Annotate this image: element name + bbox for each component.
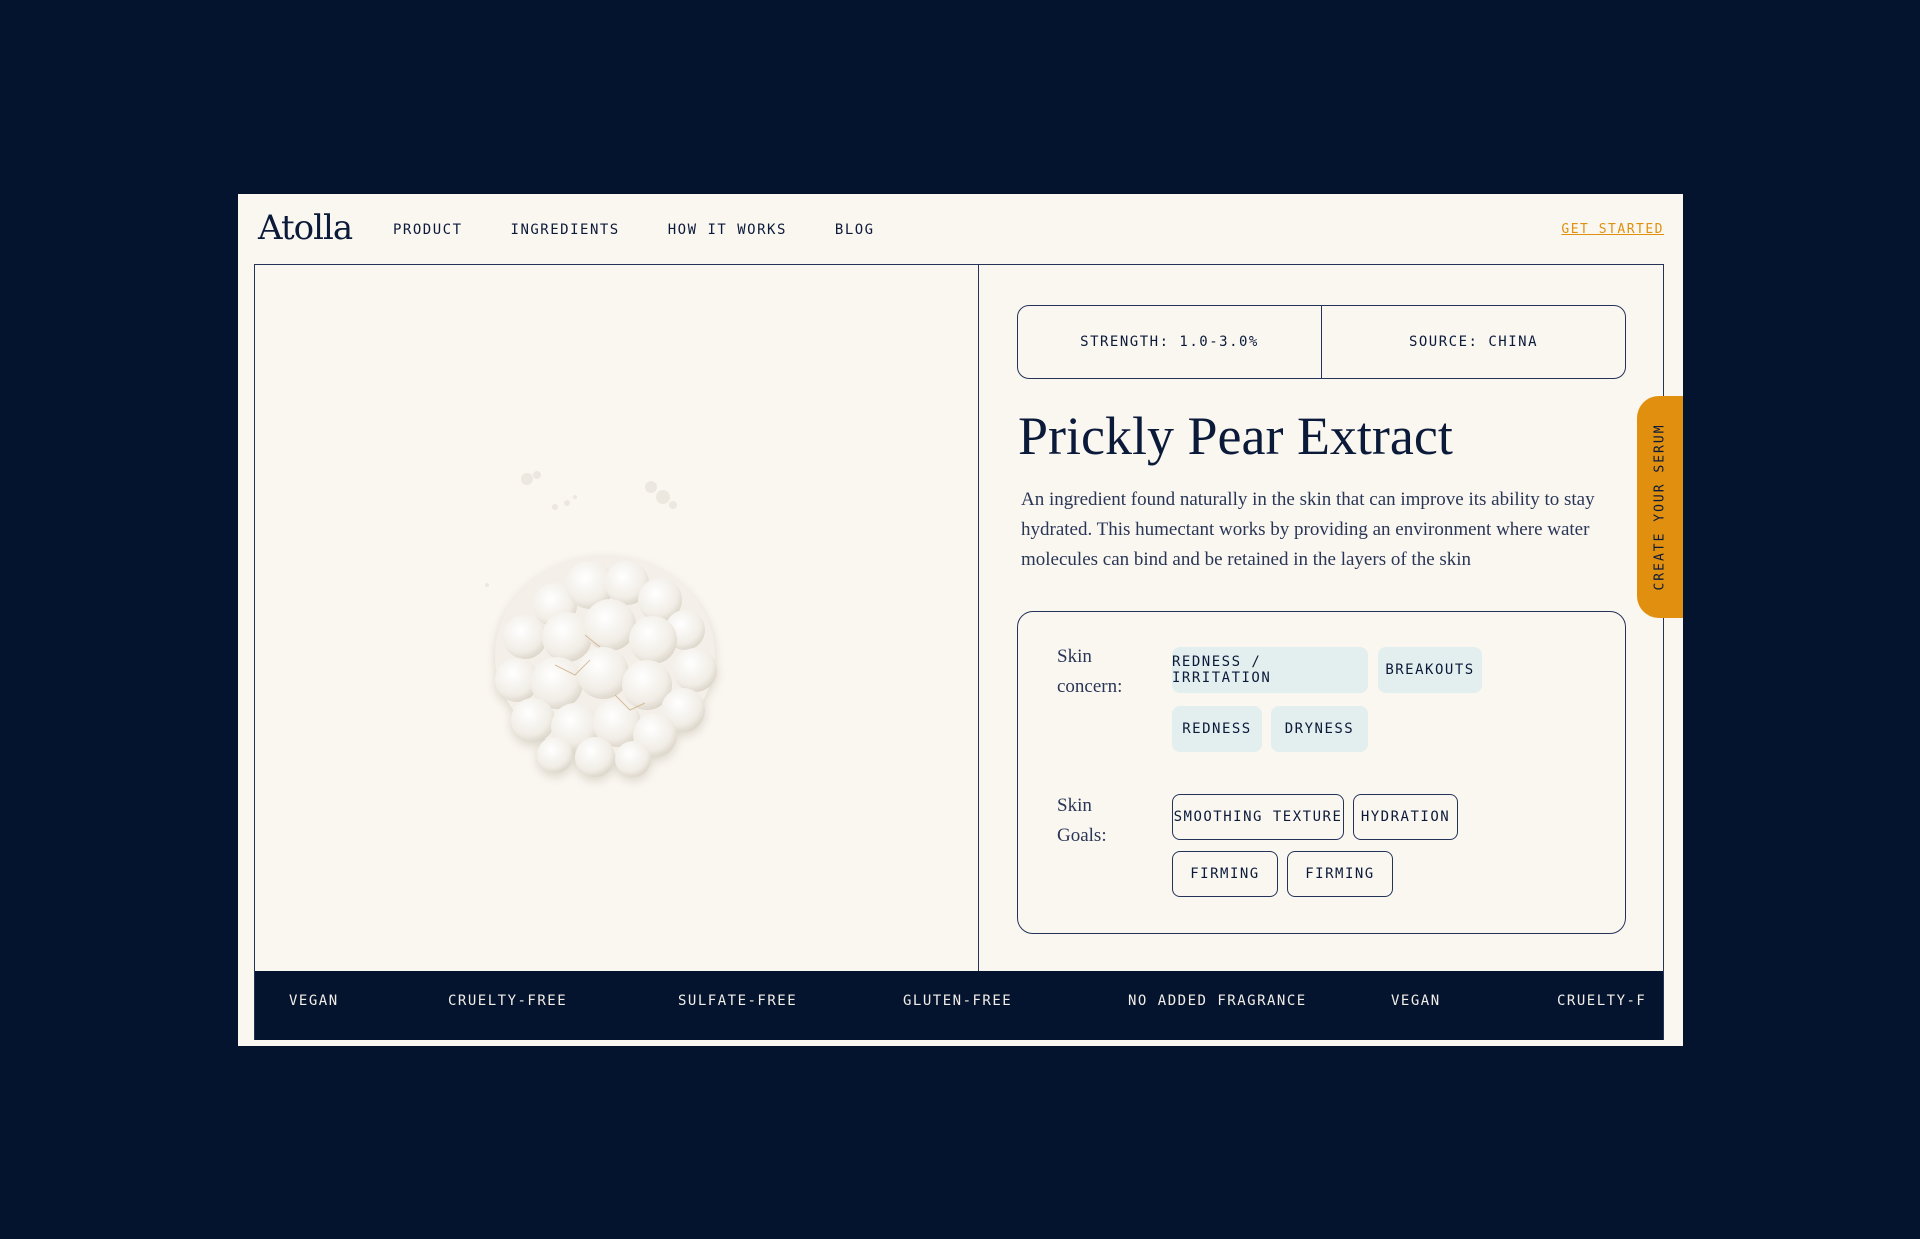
main-nav: PRODUCT INGREDIENTS HOW IT WORKS BLOG	[393, 222, 923, 238]
white-powder-cluster-image	[485, 471, 717, 777]
tag-redness[interactable]: REDNESS	[1172, 706, 1262, 752]
marquee-item: CRUELTY-F	[1557, 993, 1647, 1009]
tag-hydration[interactable]: HYDRATION	[1353, 794, 1458, 840]
skin-tags-card: Skin concern: REDNESS / IRRITATION BREAK…	[1017, 611, 1626, 934]
features-marquee: VEGAN CRUELTY-FREE SULFATE-FREE GLUTEN-F…	[255, 971, 1663, 1040]
ingredient-description: An ingredient found naturally in the ski…	[1021, 489, 1595, 570]
marquee-item: NO ADDED FRAGRANCE	[1128, 993, 1307, 1009]
marquee-item: VEGAN	[1391, 993, 1441, 1009]
get-started-link[interactable]: GET STARTED	[1561, 222, 1664, 237]
marquee-item: VEGAN	[289, 993, 339, 1009]
source-stat: SOURCE: CHINA	[1321, 306, 1625, 378]
marquee-item: CRUELTY-FREE	[448, 993, 568, 1009]
create-your-serum-tab[interactable]: CREATE YOUR SERUM	[1637, 396, 1683, 618]
ingredient-panel: STRENGTH: 1.0-3.0% SOURCE: CHINA Prickly…	[254, 264, 1664, 1040]
tag-smoothing-texture[interactable]: SMOOTHING TEXTURE	[1172, 794, 1344, 840]
strength-stat: STRENGTH: 1.0-3.0%	[1080, 334, 1259, 350]
ingredient-title: Prickly Pear Extract	[1018, 406, 1453, 466]
skin-concern-label: Skin concern:	[1057, 646, 1123, 697]
nav-blog[interactable]: BLOG	[835, 222, 875, 238]
tag-dryness[interactable]: DRYNESS	[1271, 706, 1368, 752]
marquee-item: SULFATE-FREE	[678, 993, 798, 1009]
ingredient-image	[255, 265, 978, 971]
nav-how-it-works[interactable]: HOW IT WORKS	[668, 222, 787, 238]
skin-goals-label: Skin Goals:	[1057, 795, 1107, 846]
tag-breakouts[interactable]: BREAKOUTS	[1378, 647, 1482, 693]
tag-redness-irritation[interactable]: REDNESS / IRRITATION	[1172, 647, 1368, 693]
marquee-item: GLUTEN-FREE	[903, 993, 1013, 1009]
tag-firming-2[interactable]: FIRMING	[1287, 851, 1393, 897]
site-header: Atolla PRODUCT INGREDIENTS HOW IT WORKS …	[238, 194, 1683, 264]
nav-product[interactable]: PRODUCT	[393, 222, 463, 238]
ingredient-stats: STRENGTH: 1.0-3.0% SOURCE: CHINA	[1017, 305, 1626, 379]
tag-firming[interactable]: FIRMING	[1172, 851, 1278, 897]
nav-ingredients[interactable]: INGREDIENTS	[511, 222, 620, 238]
vertical-divider	[978, 265, 979, 971]
logo[interactable]: Atolla	[258, 208, 353, 248]
create-your-serum-label: CREATE YOUR SERUM	[1652, 423, 1668, 591]
page-frame: Atolla PRODUCT INGREDIENTS HOW IT WORKS …	[238, 194, 1683, 1046]
